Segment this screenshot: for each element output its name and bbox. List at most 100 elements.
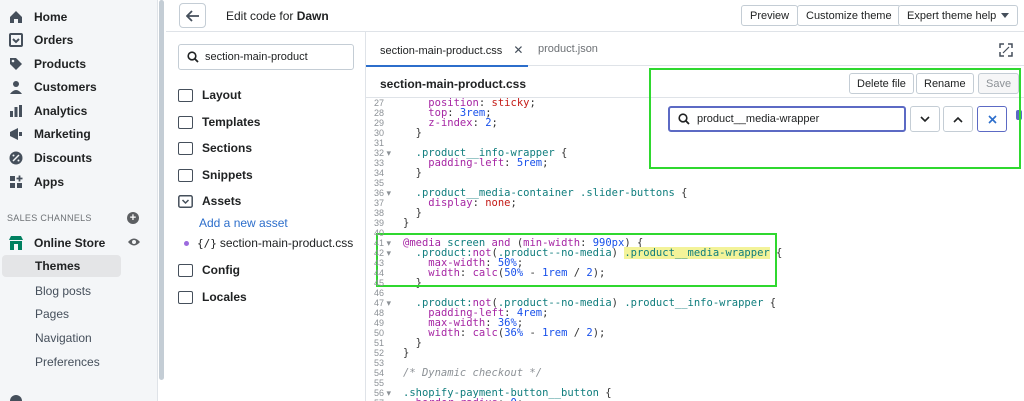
nav-sub-pages[interactable]: Pages bbox=[35, 307, 69, 321]
folder-icon bbox=[178, 290, 193, 304]
nav-item-apps[interactable]: Apps bbox=[8, 171, 64, 193]
line-number: 55 bbox=[374, 378, 385, 388]
bar-chart-icon bbox=[10, 105, 22, 117]
orders-icon bbox=[9, 33, 23, 47]
megaphone-icon bbox=[10, 128, 22, 140]
nav-item-discounts[interactable]: Discounts bbox=[8, 147, 92, 169]
nav-sub-preferences[interactable]: Preferences bbox=[35, 355, 100, 369]
eye-icon[interactable] bbox=[127, 236, 141, 248]
tab-section-main-product-css[interactable]: section-main-product.css ✕ bbox=[365, 43, 529, 67]
tab-label: section-main-product.css bbox=[380, 45, 503, 57]
close-tab-icon[interactable]: ✕ bbox=[513, 43, 523, 57]
line-number: 38 bbox=[374, 208, 385, 218]
nav-label: Customers bbox=[34, 80, 97, 94]
code-line: /* Dynamic checkout */ bbox=[403, 367, 543, 379]
fullscreen-icon[interactable] bbox=[999, 43, 1013, 57]
settings-icon[interactable] bbox=[8, 393, 24, 401]
line-number: 48 bbox=[374, 308, 385, 318]
line-number: 50 bbox=[374, 328, 385, 338]
line-number: 34 bbox=[374, 168, 385, 178]
nav-item-marketing[interactable]: Marketing bbox=[8, 123, 91, 145]
search-icon bbox=[187, 51, 199, 63]
nav-label: Apps bbox=[34, 175, 64, 189]
line-number: 43 bbox=[374, 258, 385, 268]
nav-item-customers[interactable]: Customers bbox=[8, 76, 97, 98]
folder-snippets[interactable]: Snippets bbox=[178, 168, 253, 182]
sales-channels-heading: SALES CHANNELS bbox=[7, 213, 92, 223]
folder-label: Locales bbox=[202, 290, 247, 304]
line-number: 31 bbox=[374, 138, 385, 148]
folder-icon bbox=[178, 263, 193, 277]
page-title: Edit code for Dawn bbox=[226, 9, 329, 23]
nav-item-orders[interactable]: Orders bbox=[8, 29, 73, 51]
folder-layout[interactable]: Layout bbox=[178, 88, 241, 102]
folder-icon bbox=[178, 141, 193, 155]
preview-button[interactable]: Preview bbox=[741, 5, 799, 26]
tab-product-json[interactable]: product.json bbox=[538, 43, 598, 55]
nav-label: Products bbox=[34, 57, 87, 71]
nav-scrollbar-thumb[interactable] bbox=[159, 0, 164, 380]
theme-name: Dawn bbox=[296, 9, 329, 23]
store-icon bbox=[9, 236, 23, 250]
line-number: 52 bbox=[374, 348, 385, 358]
folder-sections[interactable]: Sections bbox=[178, 141, 252, 155]
person-icon bbox=[10, 81, 22, 94]
editor-topbar: Edit code for Dawn Preview Customize the… bbox=[166, 0, 1024, 32]
folder-icon bbox=[178, 168, 193, 182]
folder-locales[interactable]: Locales bbox=[178, 290, 247, 304]
folder-label: Assets bbox=[202, 194, 242, 208]
nav-item-home[interactable]: Home bbox=[8, 6, 67, 28]
add-asset-link[interactable]: Add a new asset bbox=[199, 216, 288, 230]
home-icon bbox=[10, 11, 22, 23]
line-number: 40 bbox=[374, 228, 385, 238]
code-line: } bbox=[403, 127, 422, 139]
add-channel-icon[interactable]: + bbox=[127, 212, 139, 224]
line-number: 39 bbox=[374, 218, 385, 228]
expert-help-button[interactable]: Expert theme help bbox=[898, 5, 1019, 26]
admin-nav: Home Orders Products Customers Analytics… bbox=[0, 0, 158, 401]
folder-templates[interactable]: Templates bbox=[178, 115, 260, 129]
line-number: 49 bbox=[374, 318, 385, 328]
back-button[interactable] bbox=[179, 3, 206, 28]
nav-item-online-store[interactable]: Online Store bbox=[8, 232, 105, 254]
annotation-code-box bbox=[376, 233, 777, 287]
line-number: 54 bbox=[374, 368, 385, 378]
unsaved-dot-icon bbox=[184, 240, 189, 246]
nav-sub-navigation[interactable]: Navigation bbox=[35, 331, 92, 345]
code-line: width: calc(36% - 1rem / 2); bbox=[428, 327, 606, 339]
folder-config[interactable]: Config bbox=[178, 263, 240, 277]
discount-icon bbox=[9, 151, 23, 165]
folder-icon bbox=[178, 115, 193, 129]
nav-label: Online Store bbox=[34, 236, 106, 250]
customize-theme-button[interactable]: Customize theme bbox=[797, 5, 901, 26]
line-number: 45 bbox=[374, 278, 385, 288]
code-line: } bbox=[403, 167, 422, 179]
line-number: 29 bbox=[374, 118, 385, 128]
line-number: 46 bbox=[374, 288, 385, 298]
nav-label: Home bbox=[34, 10, 68, 24]
expert-help-label: Expert theme help bbox=[907, 9, 997, 22]
asset-file-item[interactable]: {/} section-main-product.css bbox=[184, 236, 353, 250]
line-number: 51 bbox=[374, 338, 385, 348]
folder-icon bbox=[178, 88, 193, 102]
editor-tabs: section-main-product.css ✕ product.json bbox=[365, 32, 1024, 67]
folder-assets[interactable]: Assets bbox=[178, 194, 241, 208]
line-number: 37 bbox=[374, 198, 385, 208]
folder-label: Config bbox=[202, 263, 240, 277]
nav-label: Marketing bbox=[34, 127, 91, 141]
nav-item-analytics[interactable]: Analytics bbox=[8, 100, 87, 122]
nav-item-products[interactable]: Products bbox=[8, 53, 86, 75]
title-prefix: Edit code for bbox=[226, 9, 297, 23]
nav-sub-blog-posts[interactable]: Blog posts bbox=[35, 284, 91, 298]
folder-label: Sections bbox=[202, 141, 253, 155]
nav-label: Orders bbox=[34, 33, 74, 47]
code-line: padding-left: 5rem; bbox=[428, 157, 549, 169]
code-file-icon: {/} bbox=[197, 236, 217, 250]
code-line: border-radius: 0; bbox=[403, 397, 524, 401]
file-search-input[interactable]: section-main-product bbox=[178, 44, 354, 70]
nav-scrollbar[interactable] bbox=[158, 0, 166, 401]
line-number: 33 bbox=[374, 158, 385, 168]
nav-sub-themes[interactable]: Themes bbox=[2, 255, 121, 277]
code-line: } bbox=[403, 347, 410, 359]
file-search-value: section-main-product bbox=[205, 51, 308, 63]
